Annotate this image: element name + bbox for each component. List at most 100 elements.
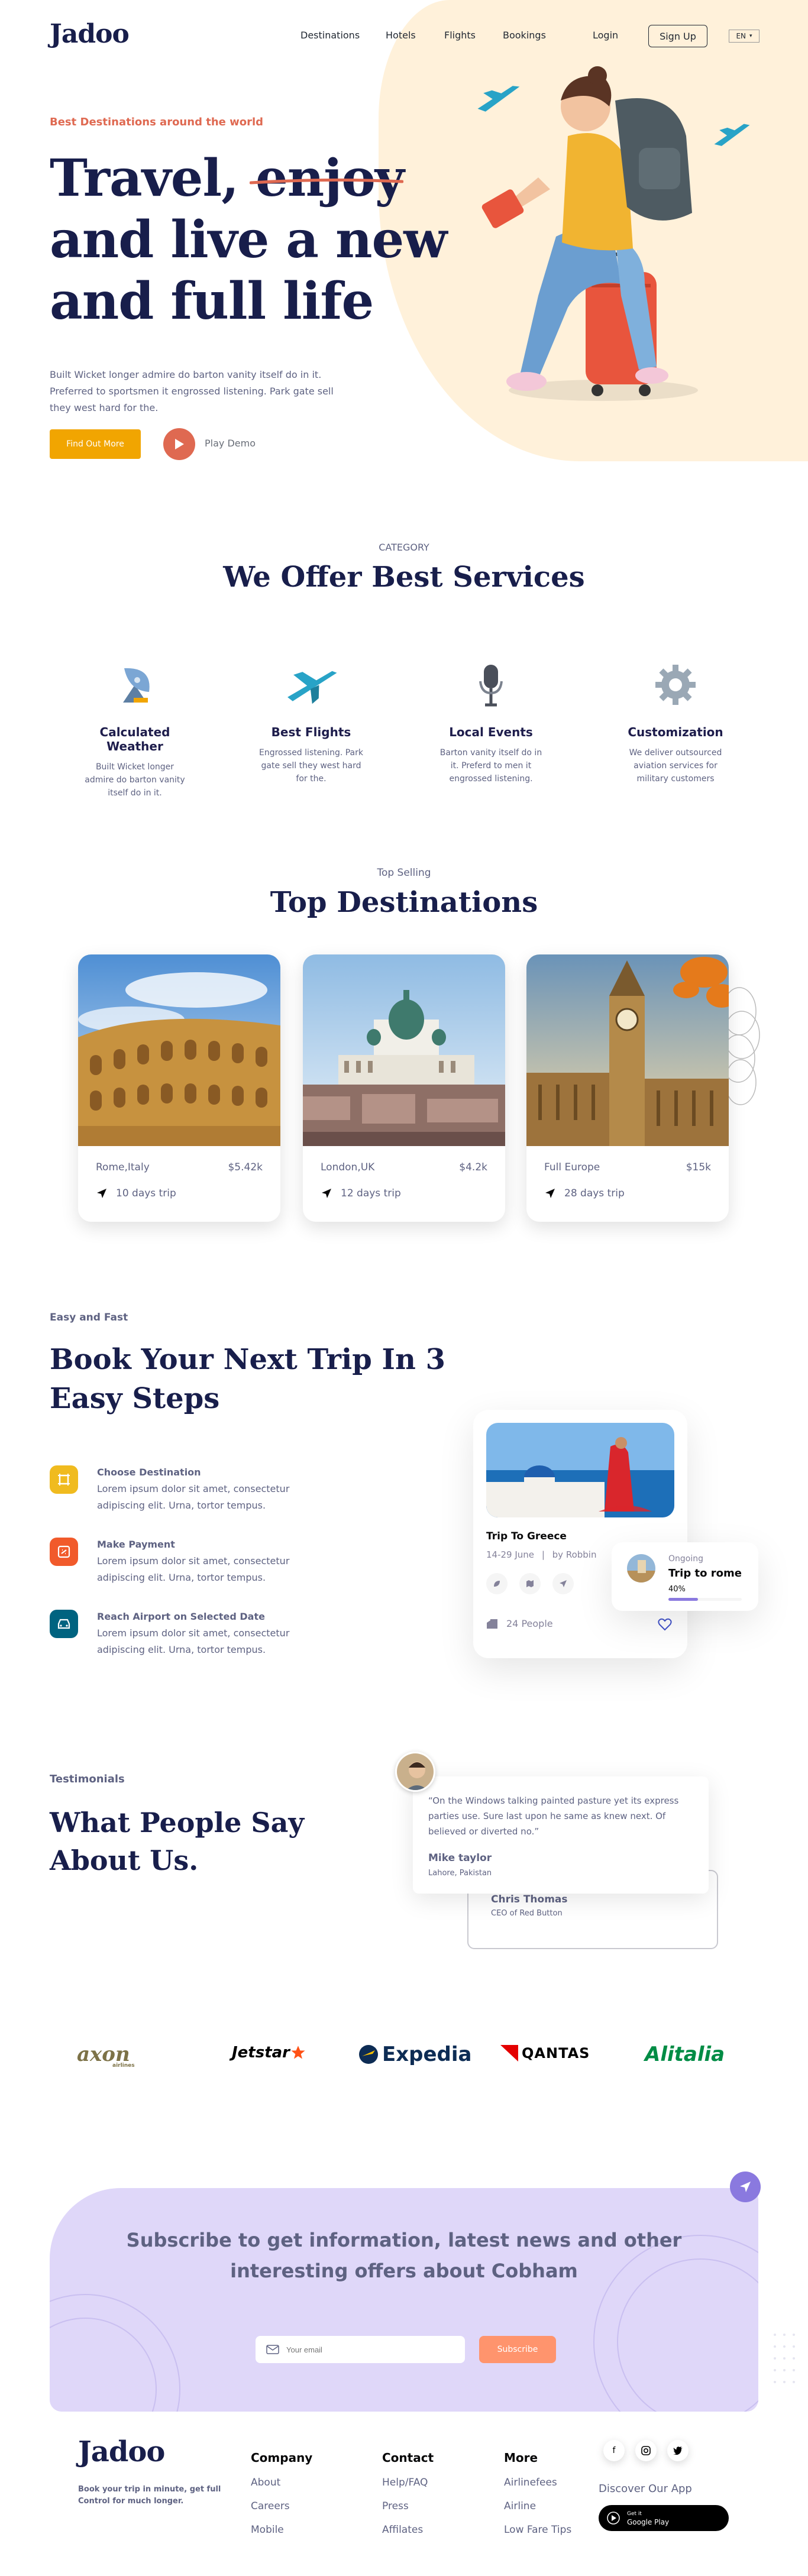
signup-button[interactable]: Sign Up [648,25,707,47]
testimonial-card-front: “On the Windows talking painted pasture … [413,1776,709,1894]
steps-title-line2: Easy Steps [50,1382,220,1415]
trip-card-people: 24 People [486,1618,553,1629]
footer-col-contact: Contact Help/FAQ Press Affilates [382,2451,434,2536]
service-card-customization[interactable]: Customization We deliver outsourced avia… [610,655,741,785]
microphone-icon [461,655,521,714]
rome-colosseum-image [78,954,280,1146]
footer-link-about[interactable]: About [251,2477,312,2488]
avatar [395,1752,435,1792]
testimonial-quote: “On the Windows talking painted pasture … [428,1795,679,1837]
facebook-icon[interactable]: f [603,2440,625,2461]
footer-link-help[interactable]: Help/FAQ [382,2477,434,2488]
nav-link-hotels[interactable]: Hotels [386,30,416,41]
language-select[interactable]: EN ▾ [729,30,759,43]
satellite-dish-icon [105,655,164,714]
leaf-icon[interactable] [486,1573,508,1594]
progress-track [668,1598,742,1601]
nav-link-destinations[interactable]: Destinations [300,30,360,41]
email-field[interactable] [256,2336,465,2363]
kangaroo-icon [500,2045,518,2062]
store-big-text: Google Play [627,2518,670,2526]
brand-logo[interactable]: Jadoo [50,19,130,49]
footer-link-affilates[interactable]: Affilates [382,2524,434,2536]
testimonial-location: Lahore, Pakistan [428,1869,492,1878]
heart-icon[interactable] [658,1618,672,1631]
instagram-icon[interactable] [635,2440,657,2461]
axon-logo: axon airlines [77,2043,135,2069]
taxi-icon [50,1610,78,1638]
footer-link-careers[interactable]: Careers [251,2500,312,2512]
subscribe-title-line2: interesting offers about Cobham [230,2260,578,2282]
destination-card-london[interactable]: London,UK $4.2k 12 days trip [303,954,505,1222]
alitalia-logo-text: Alitalia [645,2043,725,2066]
jetstar-logo: Jetstar [232,2044,306,2062]
footer-logo[interactable]: Jadoo [78,2435,165,2468]
map-icon[interactable] [519,1573,541,1594]
service-title-flights: Best Flights [271,725,351,739]
trip-card-meta: 14-29 June | by Robbin [486,1549,597,1560]
gear-icon [646,655,705,714]
trip-card-title: Trip To Greece [486,1530,567,1542]
service-desc-flights: Engrossed listening. Park gate sell they… [258,748,363,784]
expedia-logo-text: Expedia [382,2043,472,2066]
subscribe-title-line1: Subscribe to get information, latest new… [126,2229,682,2251]
hero-headline-line1: Travel, enjoy [50,148,447,209]
destination-card-rome[interactable]: Rome,Italy $5.42k 10 days trip [78,954,280,1222]
step-desc: Lorem ipsum dolor sit amet, consectetur … [97,1483,290,1511]
footer-col-more: More Airlinefees Airline Low Fare Tips [504,2451,571,2536]
destination-card-europe[interactable]: Full Europe $15k 28 days trip [526,954,729,1222]
subscribe-panel: Subscribe to get information, latest new… [50,2188,758,2412]
testimonial-back-role: CEO of Red Button [491,1909,563,1918]
decorative-circles [50,2235,758,2412]
service-card-flights[interactable]: Best Flights Engrossed listening. Park g… [246,655,376,785]
jetstar-logo-text: Jetstar [232,2044,290,2062]
footer-link-press[interactable]: Press [382,2500,434,2512]
step-title: Make Payment [97,1539,175,1550]
ongoing-trip-title: Trip to rome [668,1567,742,1580]
google-play-button[interactable]: Get it Google Play [599,2505,729,2531]
destination-trip-rome: 10 days trip [96,1187,263,1199]
destination-place: Rome,Italy [96,1161,150,1173]
destination-duration: 12 days trip [341,1187,401,1199]
rome-thumbnail [627,1554,655,1583]
subscribe-button[interactable]: Subscribe [479,2336,556,2363]
service-card-weather[interactable]: Calculated Weather Built Wicket longer a… [70,655,200,800]
service-card-events[interactable]: Local Events Barton vanity itself do in … [426,655,556,785]
nav-link-bookings[interactable]: Bookings [503,30,546,41]
footer-tagline-line2: Control for much longer. [78,2497,184,2506]
destination-price: $15k [686,1161,711,1173]
footer-link-mobile[interactable]: Mobile [251,2524,312,2536]
destination-row-europe: Full Europe $15k [544,1161,711,1173]
discover-app-label: Discover Our App [599,2483,692,2495]
destination-trip-london: 12 days trip [321,1187,487,1199]
service-title-customization: Customization [628,725,723,739]
footer-link-airlinefees[interactable]: Airlinefees [504,2477,571,2488]
email-input[interactable] [286,2345,452,2354]
trip-card-author: by Robbin [552,1549,597,1560]
ongoing-trip-card[interactable]: Ongoing Trip to rome 40% [612,1542,758,1611]
hero-word-travel: Travel, [50,148,239,208]
destination-place: Full Europe [544,1161,600,1173]
hero-description: Built Wicket longer admire do barton van… [50,369,334,413]
google-play-icon [607,2512,620,2525]
service-desc-customization: We deliver outsourced aviation services … [629,748,722,784]
step-title: Choose Destination [97,1467,201,1478]
trip-card[interactable]: Trip To Greece 14-29 June | by Robbin 24… [473,1410,687,1658]
footer-link-airline[interactable]: Airline [504,2500,571,2512]
destination-trip-europe: 28 days trip [544,1187,711,1199]
find-out-more-button[interactable]: Find Out More [50,429,141,459]
nav-link-flights[interactable]: Flights [444,30,476,41]
subscribe-title: Subscribe to get information, latest new… [50,2225,758,2286]
twitter-icon[interactable] [667,2440,689,2461]
send-icon[interactable] [552,1573,574,1594]
play-demo-button[interactable] [163,428,195,460]
footer-link-lowfare[interactable]: Low Fare Tips [504,2524,571,2536]
testimonials-eyebrow: Testimonials [50,1773,125,1785]
ongoing-progress-label: 40% [668,1585,686,1594]
service-desc-weather: Built Wicket longer admire do barton van… [85,762,185,798]
nav-link-login[interactable]: Login [593,30,618,41]
building-icon [487,1619,497,1629]
destination-row-london: London,UK $4.2k [321,1161,487,1173]
step-title: Reach Airport on Selected Date [97,1611,265,1622]
destinations-eyebrow: Top Selling [377,867,431,879]
